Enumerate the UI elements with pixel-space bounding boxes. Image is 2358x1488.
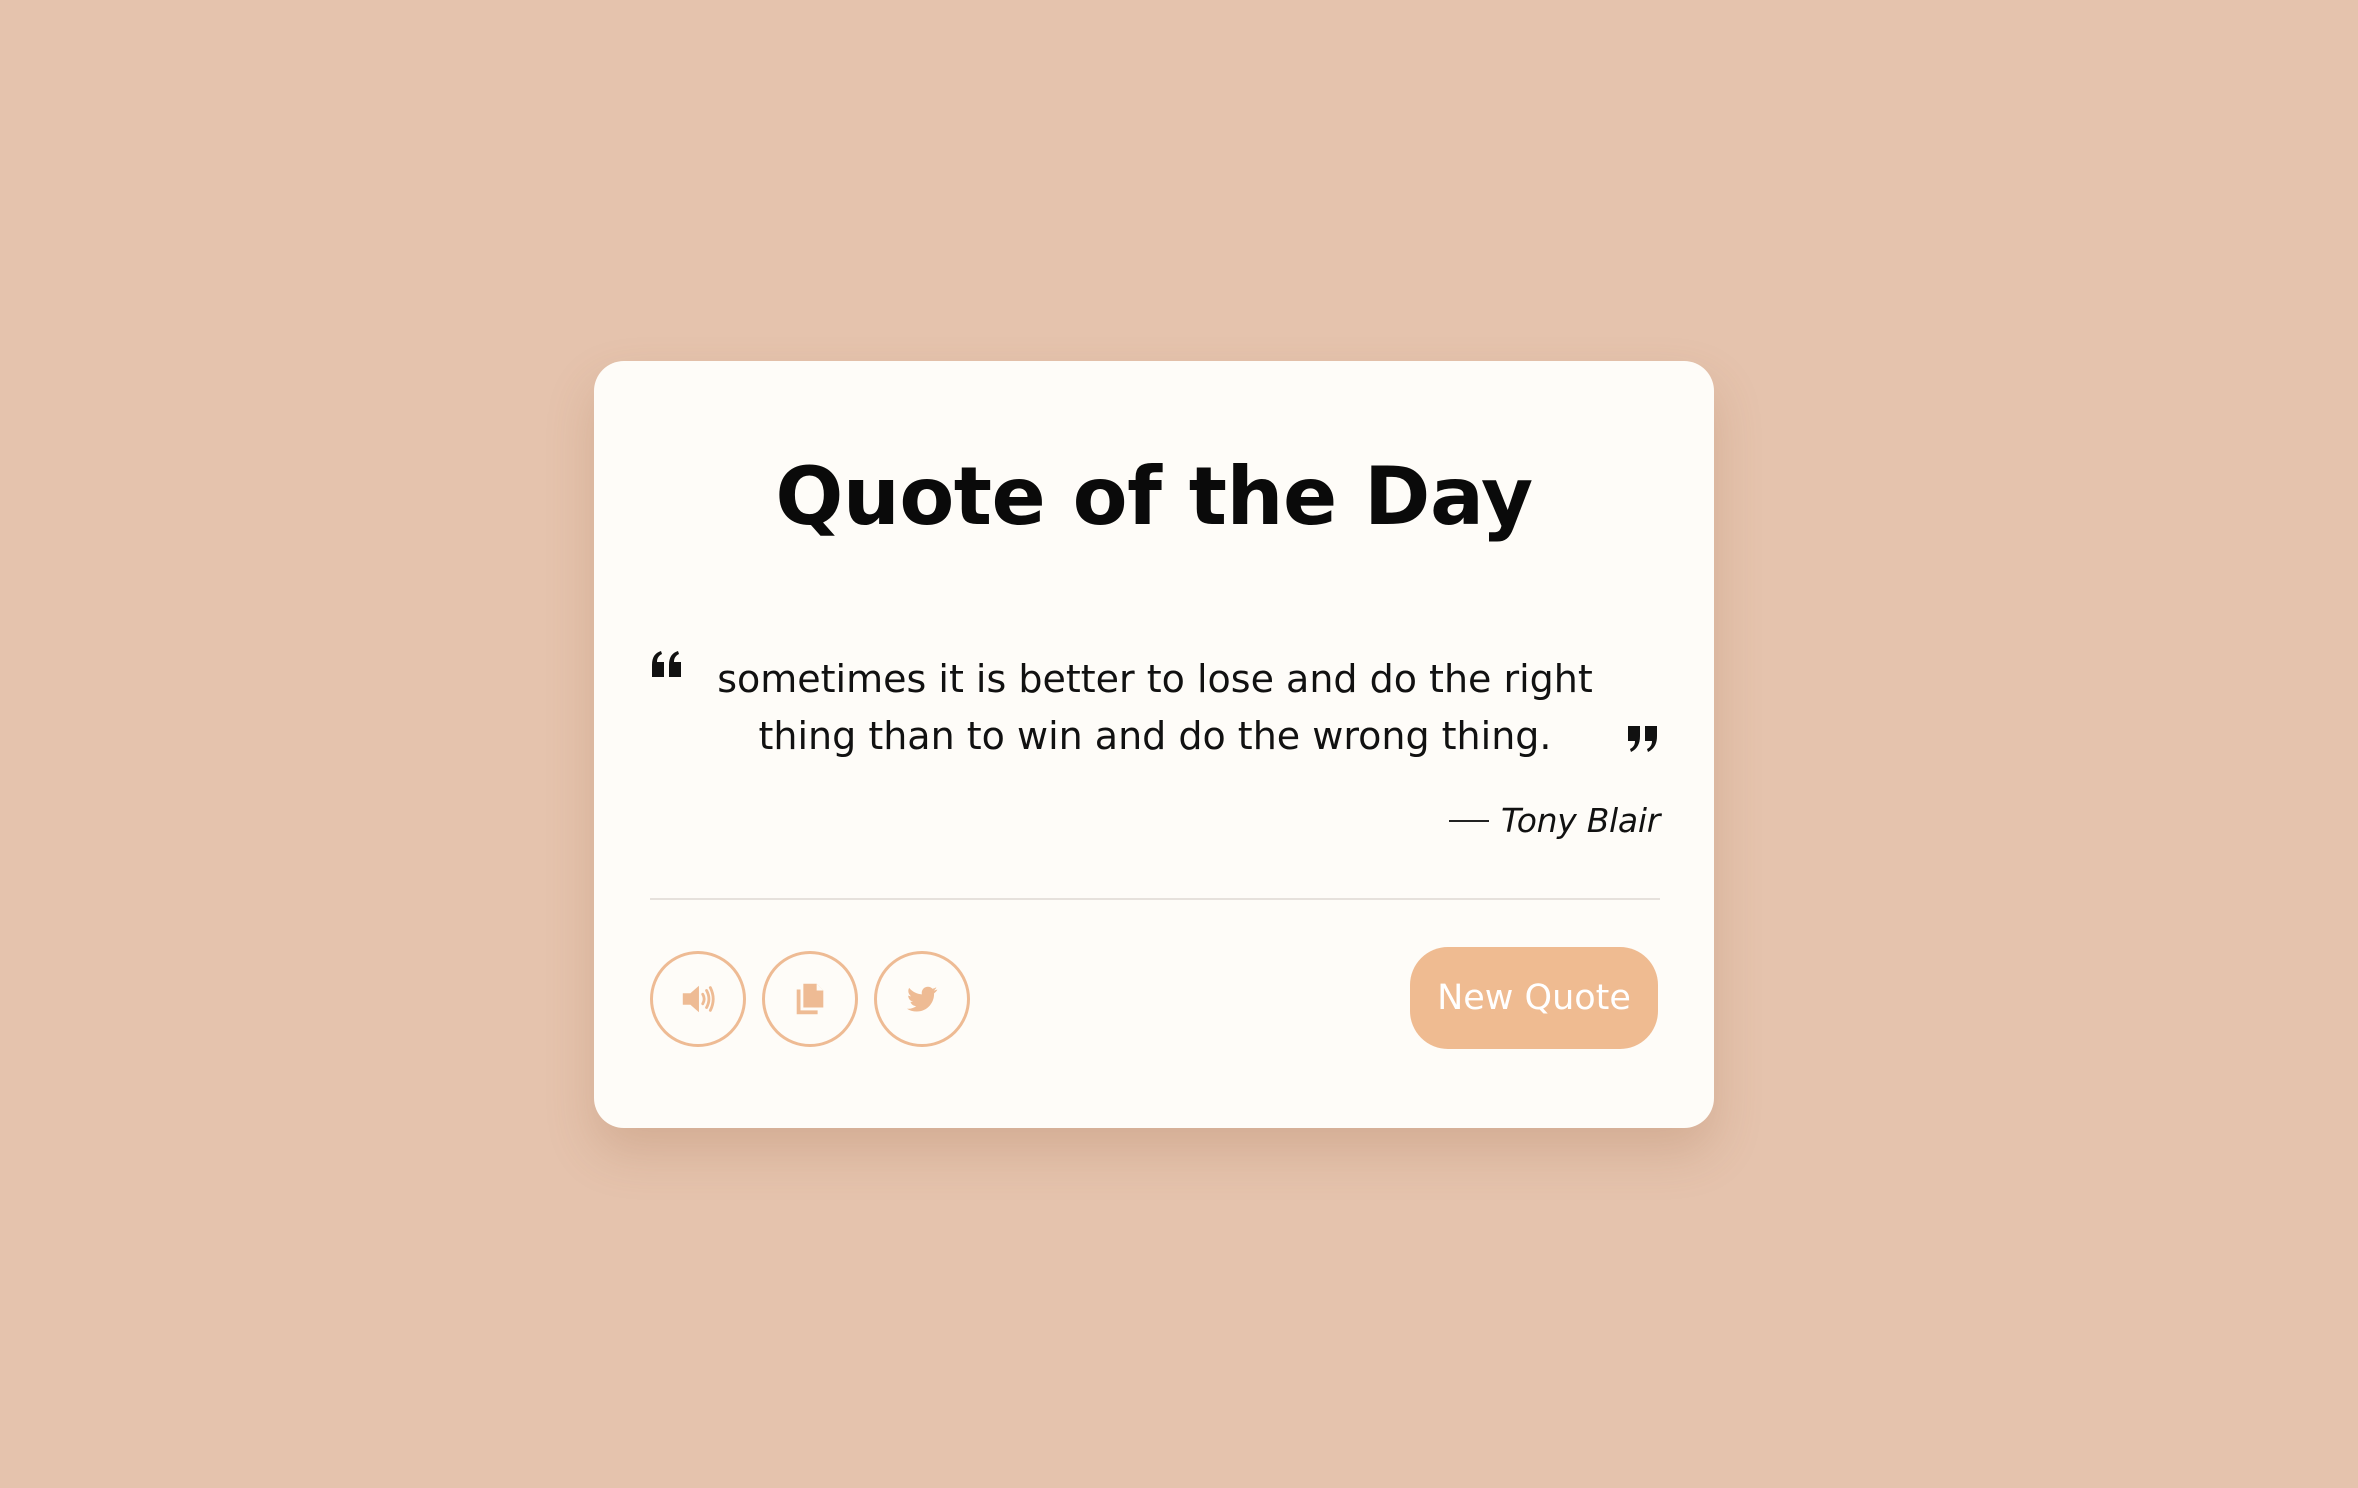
tweet-button[interactable] <box>874 951 970 1047</box>
author-dash <box>1449 819 1490 822</box>
speak-button[interactable] <box>650 951 746 1047</box>
quote-author: Tony Blair <box>1449 801 1660 840</box>
copy-icon <box>796 983 824 1015</box>
quote-area: sometimes it is better to lose and do th… <box>650 651 1660 781</box>
quote-close-icon <box>1628 726 1657 752</box>
speaker-icon <box>682 985 715 1013</box>
page-title: Quote of the Day <box>775 450 1533 543</box>
new-quote-button[interactable]: New Quote <box>1410 947 1658 1049</box>
copy-button[interactable] <box>762 951 858 1047</box>
divider <box>650 898 1660 900</box>
twitter-icon <box>906 986 938 1012</box>
quote-card: Quote of the Day sometimes it is better … <box>594 361 1714 1128</box>
author-name: Tony Blair <box>1501 801 1660 840</box>
quote-text: sometimes it is better to lose and do th… <box>717 657 1593 758</box>
quote-open-icon <box>652 651 681 677</box>
